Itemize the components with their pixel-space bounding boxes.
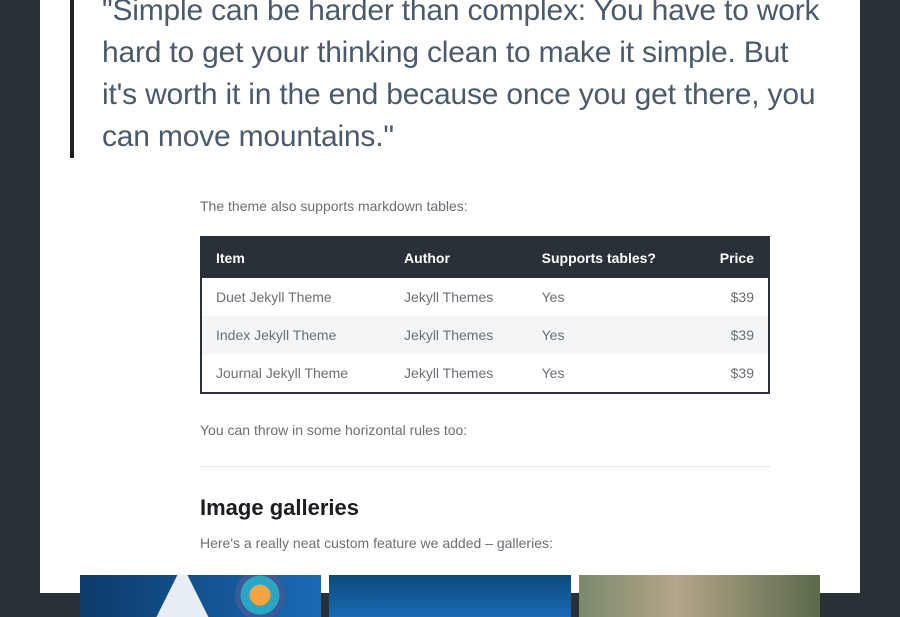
document-page: "Simple can be harder than complex: You … [40, 0, 860, 593]
table-cell: $39 [695, 354, 769, 393]
table-cell: Journal Jekyll Theme [201, 354, 390, 393]
table-cell: Index Jekyll Theme [201, 316, 390, 354]
blockquote: "Simple can be harder than complex: You … [70, 0, 830, 158]
gallery-image[interactable] [579, 575, 820, 617]
content-column: The theme also supports markdown tables:… [200, 198, 770, 617]
table-header: Supports tables? [528, 237, 695, 278]
horizontal-rule [200, 466, 770, 467]
quote-text: "Simple can be harder than complex: You … [102, 0, 830, 158]
table-header: Price [695, 237, 769, 278]
hr-note-text: You can throw in some horizontal rules t… [200, 422, 770, 438]
table-header: Author [390, 237, 528, 278]
gallery-image[interactable] [329, 575, 570, 617]
table-intro-text: The theme also supports markdown tables: [200, 198, 770, 214]
gallery-image[interactable] [80, 575, 321, 617]
table-cell: $39 [695, 278, 769, 316]
image-gallery [80, 575, 820, 617]
table-cell: Jekyll Themes [390, 278, 528, 316]
table-header-row: Item Author Supports tables? Price [201, 237, 769, 278]
table-row: Duet Jekyll Theme Jekyll Themes Yes $39 [201, 278, 769, 316]
markdown-table: Item Author Supports tables? Price Duet … [200, 236, 770, 394]
table-header: Item [201, 237, 390, 278]
table-row: Journal Jekyll Theme Jekyll Themes Yes $… [201, 354, 769, 393]
table-cell: Jekyll Themes [390, 354, 528, 393]
gallery-intro-text: Here's a really neat custom feature we a… [200, 535, 770, 551]
table-cell: Duet Jekyll Theme [201, 278, 390, 316]
table-cell: Yes [528, 278, 695, 316]
table-cell: $39 [695, 316, 769, 354]
table-cell: Yes [528, 354, 695, 393]
gallery-heading: Image galleries [200, 495, 770, 521]
table-row: Index Jekyll Theme Jekyll Themes Yes $39 [201, 316, 769, 354]
table-cell: Yes [528, 316, 695, 354]
table-cell: Jekyll Themes [390, 316, 528, 354]
